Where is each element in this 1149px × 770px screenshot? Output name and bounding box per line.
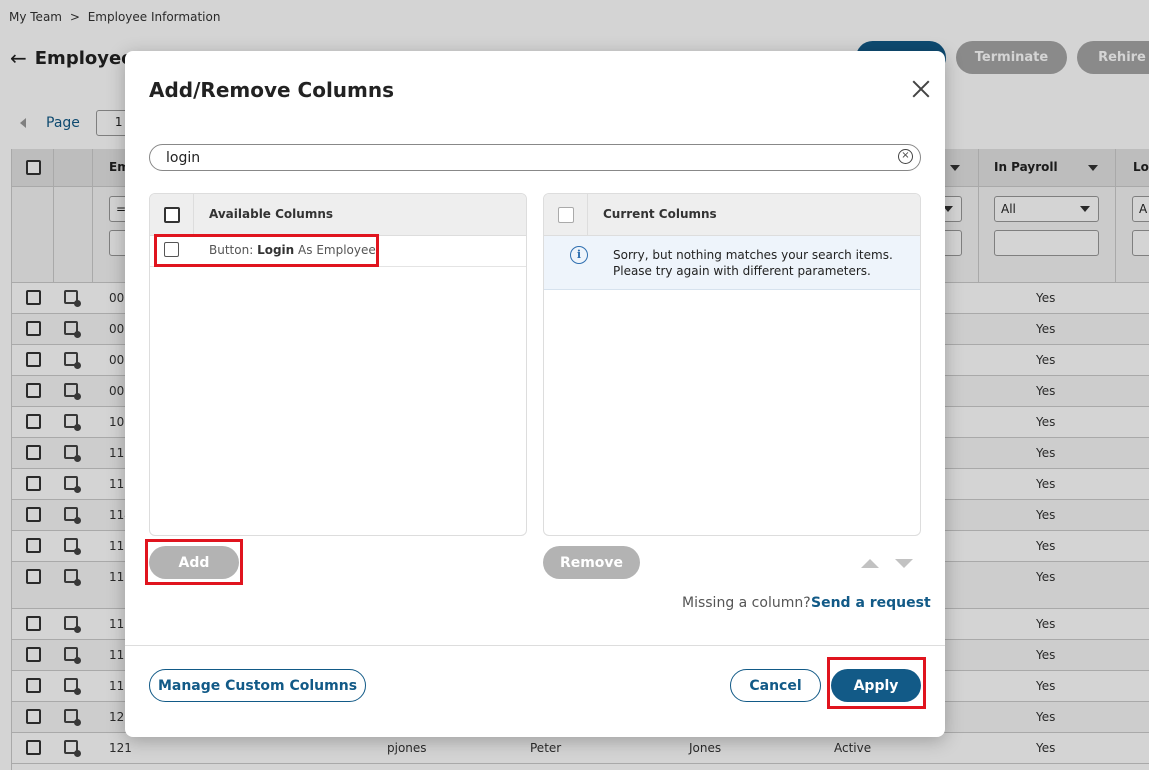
column-divider <box>193 194 194 235</box>
current-columns-title: Current Columns <box>603 207 717 221</box>
missing-column-text: Missing a column? <box>682 595 811 611</box>
item-prefix: Button: <box>209 243 254 257</box>
select-all-available-checkbox[interactable] <box>164 207 180 223</box>
column-divider <box>587 194 588 235</box>
add-button[interactable]: Add <box>149 546 239 579</box>
available-item-label: Button: Login As Employee <box>209 243 376 257</box>
remove-button[interactable]: Remove <box>543 546 640 579</box>
no-match-line-1: Sorry, but nothing matches your search i… <box>613 248 893 262</box>
item-match: Login <box>257 243 295 257</box>
info-icon: i <box>570 246 588 264</box>
manage-custom-columns-button[interactable]: Manage Custom Columns <box>149 669 366 702</box>
apply-button[interactable]: Apply <box>831 669 921 702</box>
current-columns-header: Current Columns <box>544 194 920 236</box>
send-request-link[interactable]: Send a request <box>811 595 931 611</box>
current-columns-panel: Current Columns i Sorry, but nothing mat… <box>543 193 921 536</box>
footer-divider <box>125 645 945 646</box>
available-columns-title: Available Columns <box>209 207 334 221</box>
no-match-message: i Sorry, but nothing matches your search… <box>544 236 920 290</box>
clear-search-icon[interactable]: × <box>898 149 913 164</box>
dialog-title: Add/Remove Columns <box>149 78 395 102</box>
available-item-checkbox[interactable] <box>164 242 179 257</box>
item-suffix: As Employee <box>298 243 376 257</box>
move-down-icon[interactable] <box>895 559 913 568</box>
select-all-current-checkbox[interactable] <box>558 207 574 223</box>
column-search-input[interactable] <box>149 144 921 171</box>
close-icon[interactable] <box>911 79 931 99</box>
available-columns-header: Available Columns <box>150 194 526 236</box>
add-remove-columns-dialog: Add/Remove Columns × Available Columns B… <box>125 51 945 737</box>
available-column-item[interactable]: Button: Login As Employee <box>150 236 526 267</box>
available-columns-panel: Available Columns Button: Login As Emplo… <box>149 193 527 536</box>
no-match-text: Sorry, but nothing matches your search i… <box>613 247 893 279</box>
no-match-line-2: Please try again with different paramete… <box>613 264 871 278</box>
move-up-icon[interactable] <box>861 559 879 568</box>
cancel-button[interactable]: Cancel <box>730 669 821 702</box>
